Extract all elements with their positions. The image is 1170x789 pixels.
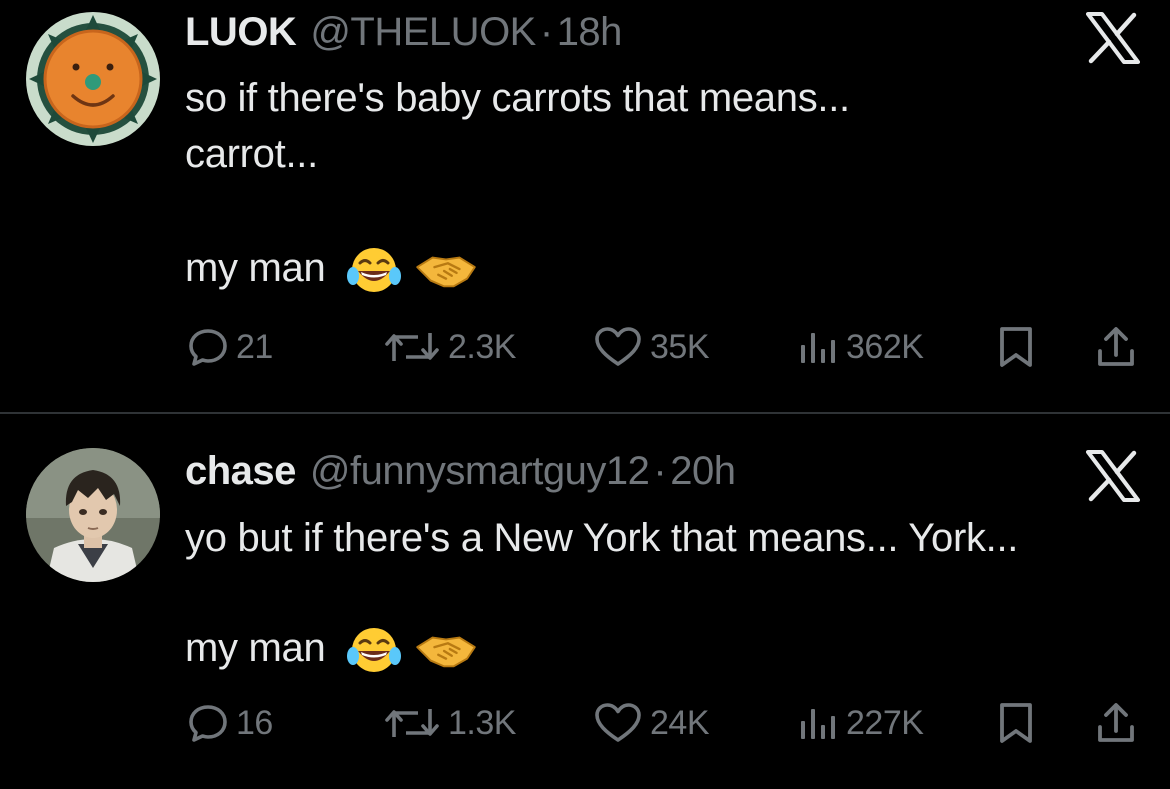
reply-icon (188, 327, 228, 367)
tweet-text-line: my man (185, 622, 477, 675)
x-logo-icon (1086, 12, 1140, 64)
tweet-text-line: carrot... (185, 132, 318, 176)
bookmark-button[interactable] (996, 322, 1036, 372)
views-icon (798, 703, 838, 743)
view-count: 362K (846, 327, 924, 366)
tweet-text-line: yo but if there's a New York that means.… (185, 516, 1019, 560)
tweet-text-line: so if there's baby carrots that means... (185, 76, 850, 120)
like-icon (594, 702, 642, 744)
reply-button[interactable]: 21 (188, 322, 273, 372)
action-bar: 21 2.3K 35K 362K (0, 322, 1170, 372)
tweet-text: my man (185, 626, 326, 670)
share-icon (1096, 325, 1136, 369)
tweet[interactable]: LUOK @THELUOK · 18h so if there's baby c… (0, 0, 1170, 412)
reply-button[interactable]: 16 (188, 698, 273, 748)
avatar-image (26, 12, 160, 146)
timestamp[interactable]: 18h (557, 10, 623, 55)
like-count: 35K (650, 327, 710, 366)
avatar[interactable] (26, 448, 160, 582)
separator: · (653, 449, 667, 493)
tweet-header: LUOK @THELUOK · 18h (185, 10, 622, 58)
separator: · (539, 10, 553, 54)
views-button[interactable]: 362K (798, 322, 924, 372)
retweet-icon (384, 327, 440, 367)
avatar-image (26, 448, 160, 582)
face-with-tears-of-joy-icon (344, 625, 404, 675)
display-name[interactable]: LUOK (185, 10, 297, 55)
like-count: 24K (650, 703, 710, 742)
bookmark-icon (996, 325, 1036, 369)
share-button[interactable] (1096, 322, 1136, 372)
bookmark-icon (996, 701, 1036, 745)
handle[interactable]: @funnysmartguy12 (310, 449, 650, 494)
views-icon (798, 327, 838, 367)
retweet-button[interactable]: 1.3K (384, 698, 516, 748)
handle[interactable]: @THELUOK (310, 10, 536, 55)
retweet-icon (384, 703, 440, 743)
share-button[interactable] (1096, 698, 1136, 748)
reply-count: 16 (236, 703, 273, 742)
avatar[interactable] (26, 12, 160, 146)
x-logo-icon (1086, 450, 1140, 502)
tweet-text-line: my man (185, 242, 477, 295)
like-button[interactable]: 24K (594, 698, 710, 748)
handshake-icon (415, 626, 477, 674)
retweet-count: 2.3K (448, 327, 516, 366)
display-name[interactable]: chase (185, 449, 296, 494)
reply-count: 21 (236, 327, 273, 366)
bookmark-button[interactable] (996, 698, 1036, 748)
handshake-icon (415, 246, 477, 294)
view-count: 227K (846, 703, 924, 742)
like-button[interactable]: 35K (594, 322, 710, 372)
retweet-count: 1.3K (448, 703, 516, 742)
like-icon (594, 326, 642, 368)
face-with-tears-of-joy-icon (344, 245, 404, 295)
action-bar: 16 1.3K 24K 227K (0, 698, 1170, 748)
retweet-button[interactable]: 2.3K (384, 322, 516, 372)
reply-icon (188, 703, 228, 743)
tweet-header: chase @funnysmartguy12 · 20h (185, 449, 736, 497)
tweet[interactable]: chase @funnysmartguy12 · 20h yo but if t… (0, 414, 1170, 789)
timestamp[interactable]: 20h (670, 449, 736, 494)
share-icon (1096, 701, 1136, 745)
tweet-text: my man (185, 246, 326, 290)
views-button[interactable]: 227K (798, 698, 924, 748)
